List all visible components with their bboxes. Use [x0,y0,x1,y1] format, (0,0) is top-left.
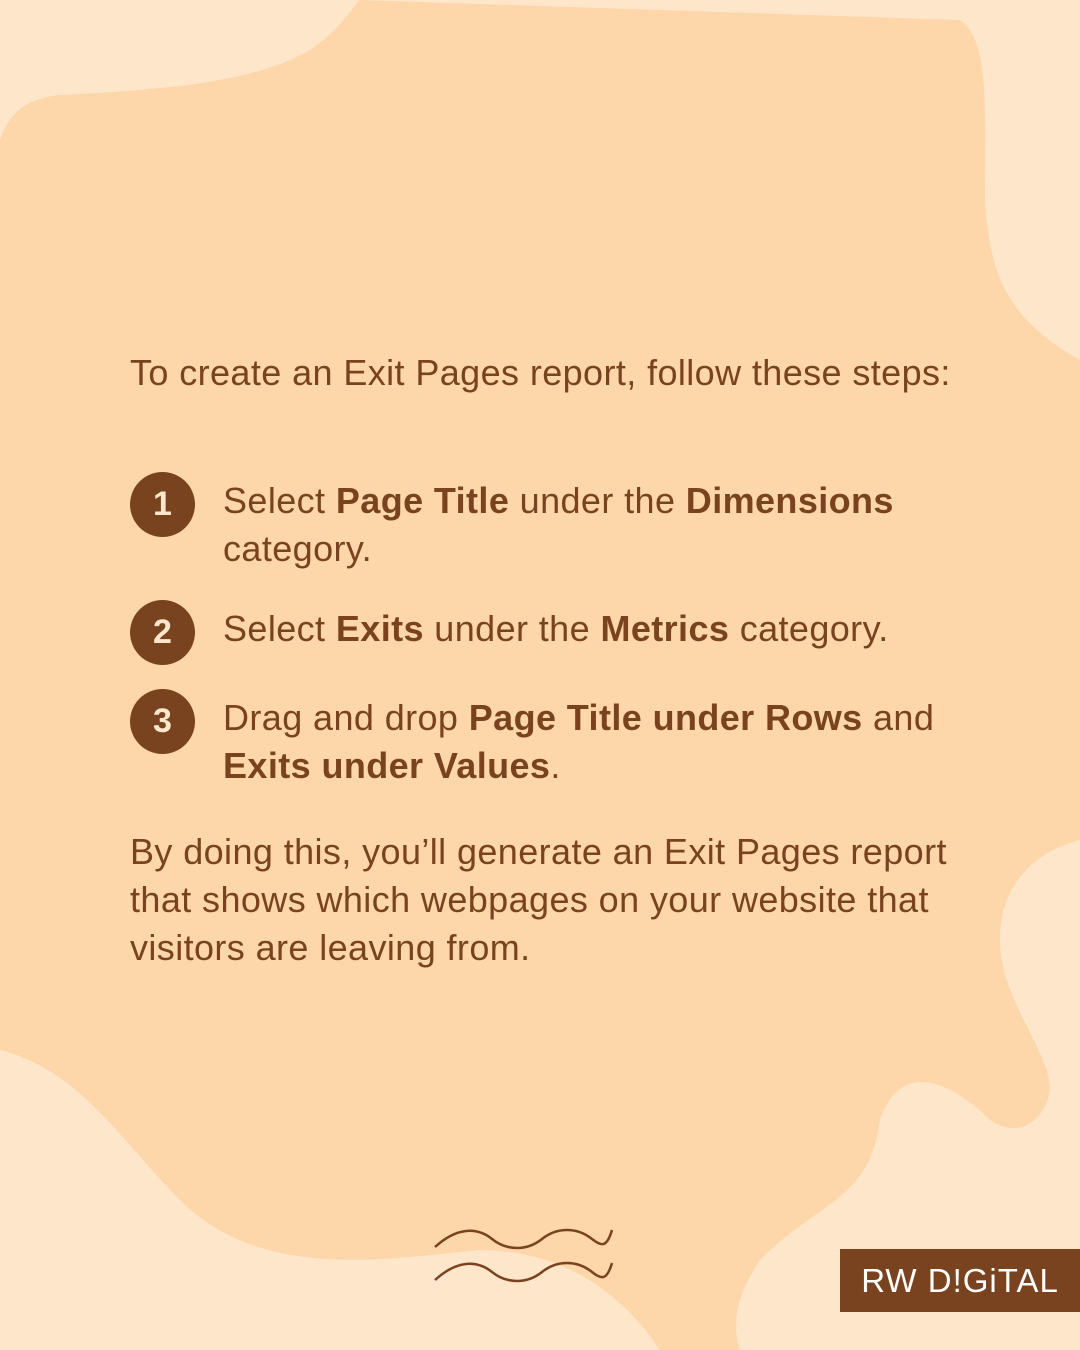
step-text-bold: Exits under Values [223,745,551,786]
step-text-bold: Dimensions [685,480,894,521]
step-text-segment: and [862,697,935,738]
step-text-bold: Page Title under Rows [468,697,863,738]
outro-text: By doing this, you’ll generate an Exit P… [130,831,947,968]
step-text-segment: . [550,745,561,786]
step-text: Drag and drop Page Title under Rows and … [223,694,983,790]
brand-logo: RW D!GiTAL [840,1249,1080,1312]
step-text-bold: Exits [335,608,424,649]
background-blob [0,0,1080,1350]
step-number-badge: 2 [130,600,195,665]
intro-text: To create an Exit Pages report, follow t… [130,352,951,393]
step-number-badge: 3 [130,689,195,754]
step-text-segment: under the [423,608,601,649]
step-text-segment: under the [509,480,686,521]
step-text-segment: category. [223,528,373,569]
step-text-segment: category. [729,608,889,649]
double-wave-icon [434,1228,614,1283]
step-text: Select Exits under the Metrics category. [223,605,983,653]
step-number-badge: 1 [130,472,195,537]
step-text-segment: Select [223,608,336,649]
step-text-segment: Drag and drop [223,697,469,738]
step-text-bold: Page Title [335,480,510,521]
step-text-bold: Metrics [600,608,730,649]
step-text-segment: Select [223,480,336,521]
step-text: Select Page Title under the Dimensions c… [223,477,983,573]
